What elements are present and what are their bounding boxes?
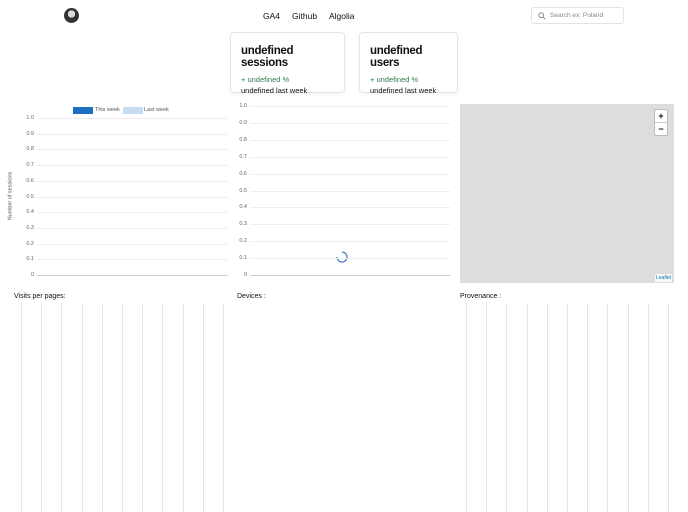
gridline (37, 275, 228, 276)
gridline (250, 207, 450, 209)
gridline (250, 224, 450, 226)
gridline (668, 303, 669, 512)
gridline (101, 303, 103, 512)
y-tick-label: 1.0 (239, 103, 247, 109)
gridline (37, 118, 228, 119)
gridline (647, 303, 649, 512)
y-tick-label: 0.7 (239, 153, 247, 160)
gridline (21, 303, 22, 512)
gridline (506, 303, 508, 512)
gridline (466, 303, 467, 512)
gridline (61, 303, 63, 512)
gridline (37, 149, 228, 151)
gridline (37, 180, 228, 182)
y-tick-label: 0.6 (26, 177, 34, 184)
legend-last-week[interactable]: Last week (144, 107, 169, 113)
zoom-out-button[interactable]: − (655, 123, 667, 136)
gridline (627, 303, 629, 512)
y-tick-label: 0.6 (239, 170, 247, 177)
gridline (250, 258, 450, 260)
y-tick-label: 0.2 (26, 240, 34, 247)
gridline (250, 122, 450, 124)
zoom-in-button[interactable]: + (655, 110, 667, 123)
users-chart: 1.0 0.9 0.8 0.7 0.6 0.5 0.4 0.3 0.2 0.1 0 (215, 100, 450, 285)
y-tick-label: 0.7 (26, 162, 34, 169)
y-tick-label: 0.4 (239, 204, 247, 211)
y-tick-label: 0.4 (26, 209, 34, 216)
gridline (250, 106, 450, 107)
sessions-card: undefined sessions + undefined % undefin… (230, 32, 345, 95)
sessions-chart: This week Last week Number of sessions 1… (0, 100, 230, 285)
y-tick-label: 0.1 (239, 255, 247, 262)
gridline (202, 303, 204, 512)
map[interactable]: + − Leaflet (460, 104, 674, 283)
gridline (250, 139, 450, 141)
y-tick-label: 0.5 (26, 193, 34, 200)
y-tick-label: 0.3 (239, 221, 247, 228)
gridline (37, 165, 228, 167)
gridline (37, 133, 228, 135)
users-change: + undefined % (370, 75, 419, 84)
sessions-last-week: undefined last week (241, 86, 308, 95)
gridline (546, 303, 548, 512)
gridline (41, 303, 43, 512)
y-tick-label: 0.2 (239, 238, 247, 245)
gridline (250, 241, 450, 243)
gridline (37, 259, 228, 261)
nav-github[interactable]: Github (292, 11, 317, 21)
legend-swatch-last-week (123, 107, 143, 114)
y-axis-label: Number of sessions (7, 171, 14, 221)
search-icon (538, 12, 546, 20)
loading-spinner-icon (336, 251, 348, 263)
gridline (567, 303, 568, 512)
search-input[interactable]: Search ex: Poland (531, 7, 624, 24)
gridline (526, 303, 528, 512)
gridline (182, 303, 184, 512)
avatar[interactable] (64, 8, 79, 23)
users-title: undefined users (370, 45, 423, 69)
users-last-week: undefined last week (370, 86, 437, 95)
y-tick-label: 0.8 (26, 146, 34, 153)
gridline (142, 303, 144, 512)
y-tick-label: 0.3 (26, 224, 34, 231)
users-card: undefined users + undefined % undefined … (359, 32, 458, 95)
gridline (250, 190, 450, 192)
gridline (486, 303, 488, 512)
gridline (250, 156, 450, 158)
y-tick-label: 0 (30, 272, 34, 278)
legend-swatch-this-week (73, 107, 93, 114)
y-tick-label: 0.5 (239, 187, 247, 194)
nav-ga4[interactable]: GA4 (263, 11, 280, 21)
devices-title: Devices : (237, 293, 266, 300)
gridline (250, 173, 450, 175)
map-zoom-control: + − (654, 109, 668, 136)
y-tick-label: 0 (243, 272, 247, 278)
gridline (122, 303, 123, 512)
y-tick-label: 0.9 (239, 119, 247, 126)
map-attribution[interactable]: Leaflet (654, 274, 672, 282)
gridline (37, 212, 228, 214)
search-placeholder: Search ex: Poland (550, 12, 604, 19)
nav-algolia[interactable]: Algolia (329, 11, 355, 21)
gridline (607, 303, 609, 512)
gridline (223, 303, 224, 512)
gridline (587, 303, 589, 512)
gridline (37, 243, 228, 245)
provenance-title: Provenance : (460, 293, 502, 300)
gridline (37, 196, 228, 198)
y-tick-label: 1.0 (26, 115, 34, 121)
pages-title: Visits per pages: (14, 293, 66, 300)
y-tick-label: 0.8 (239, 136, 247, 143)
sessions-change: + undefined % (241, 75, 290, 84)
gridline (250, 275, 450, 276)
y-tick-label: 0.9 (26, 130, 34, 137)
legend-this-week[interactable]: This week (95, 107, 120, 113)
gridline (81, 303, 83, 512)
gridline (37, 227, 228, 229)
gridline (162, 303, 164, 512)
sessions-title: undefined sessions (241, 45, 294, 69)
y-tick-label: 0.1 (26, 256, 34, 263)
